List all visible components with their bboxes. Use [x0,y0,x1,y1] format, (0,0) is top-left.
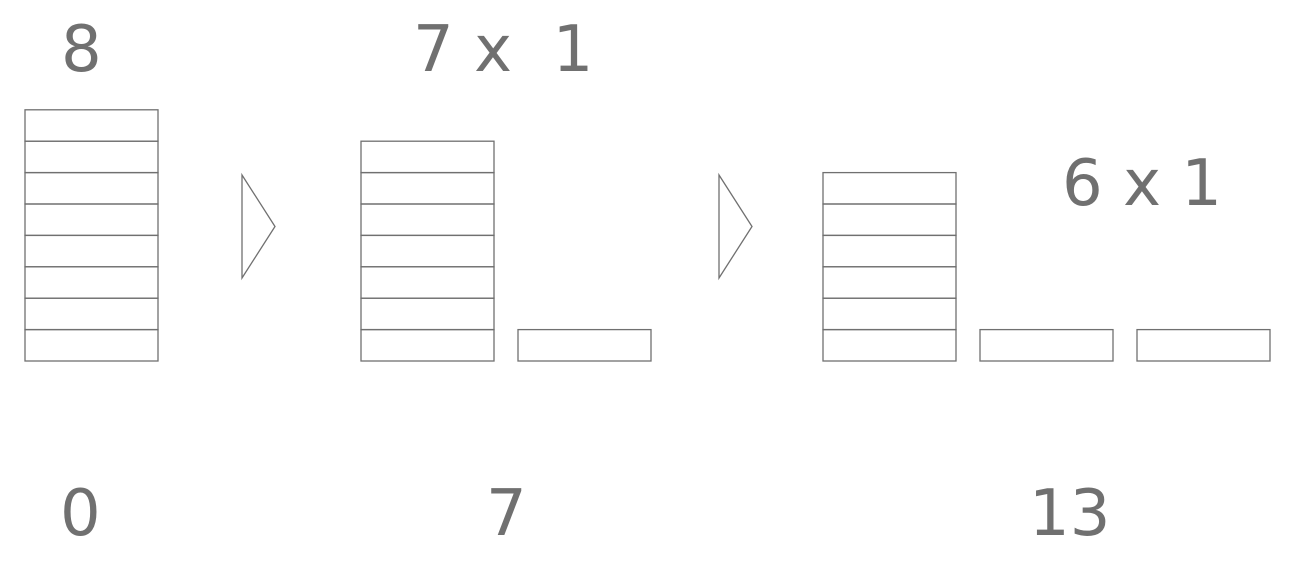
stage-3-top-label: 6 x 1 [1062,147,1222,221]
stage-2-stack-bar [360,171,495,205]
stage-3-stack-bar [822,203,957,237]
stage-1-stack-bar [24,234,159,268]
triangle-right-arrow-icon [718,172,753,281]
stage-3-stack-bar [822,328,957,362]
stage-3-stack-bar [822,171,957,205]
stage-2-top-label: 7 x 1 [413,13,594,87]
stage-1-bottom-label: 0 [60,477,101,551]
stage-1-stack-bar [24,203,159,237]
stage-1-stack-bar [24,171,159,205]
stage-3-single-bar [979,328,1114,362]
stage-1-stack-bar [24,109,159,142]
stage-1-stack-bar [24,140,159,174]
stage-2-stack-bar [360,328,495,362]
stage-2-stack-bar [360,203,495,237]
stage-2-bottom-label: 7 [486,477,527,551]
stage-2-stack-bar [360,297,495,331]
stage-3-stack-bar [822,234,957,268]
stage-1-stack-bar [24,297,159,331]
stage-2-stack-bar [360,234,495,268]
stage-3-stack-bar [822,297,957,331]
stage-1-top-label: 8 [61,13,102,87]
stage-2-stack-bar [360,266,495,299]
triangle-right-arrow-icon [241,172,276,281]
stage-3-single-bar [1136,328,1271,362]
stage-2-single-bar [517,328,652,362]
stage-1-stack-bar [24,266,159,299]
stage-1-stack-bar [24,328,159,362]
stage-3-bottom-label: 13 [1029,477,1111,551]
stage-2-stack-bar [360,140,495,174]
stage-3-stack-bar [822,266,957,299]
diagram-stage: 8 7 x 1 6 x 1 0 7 13 [0,0,1296,572]
